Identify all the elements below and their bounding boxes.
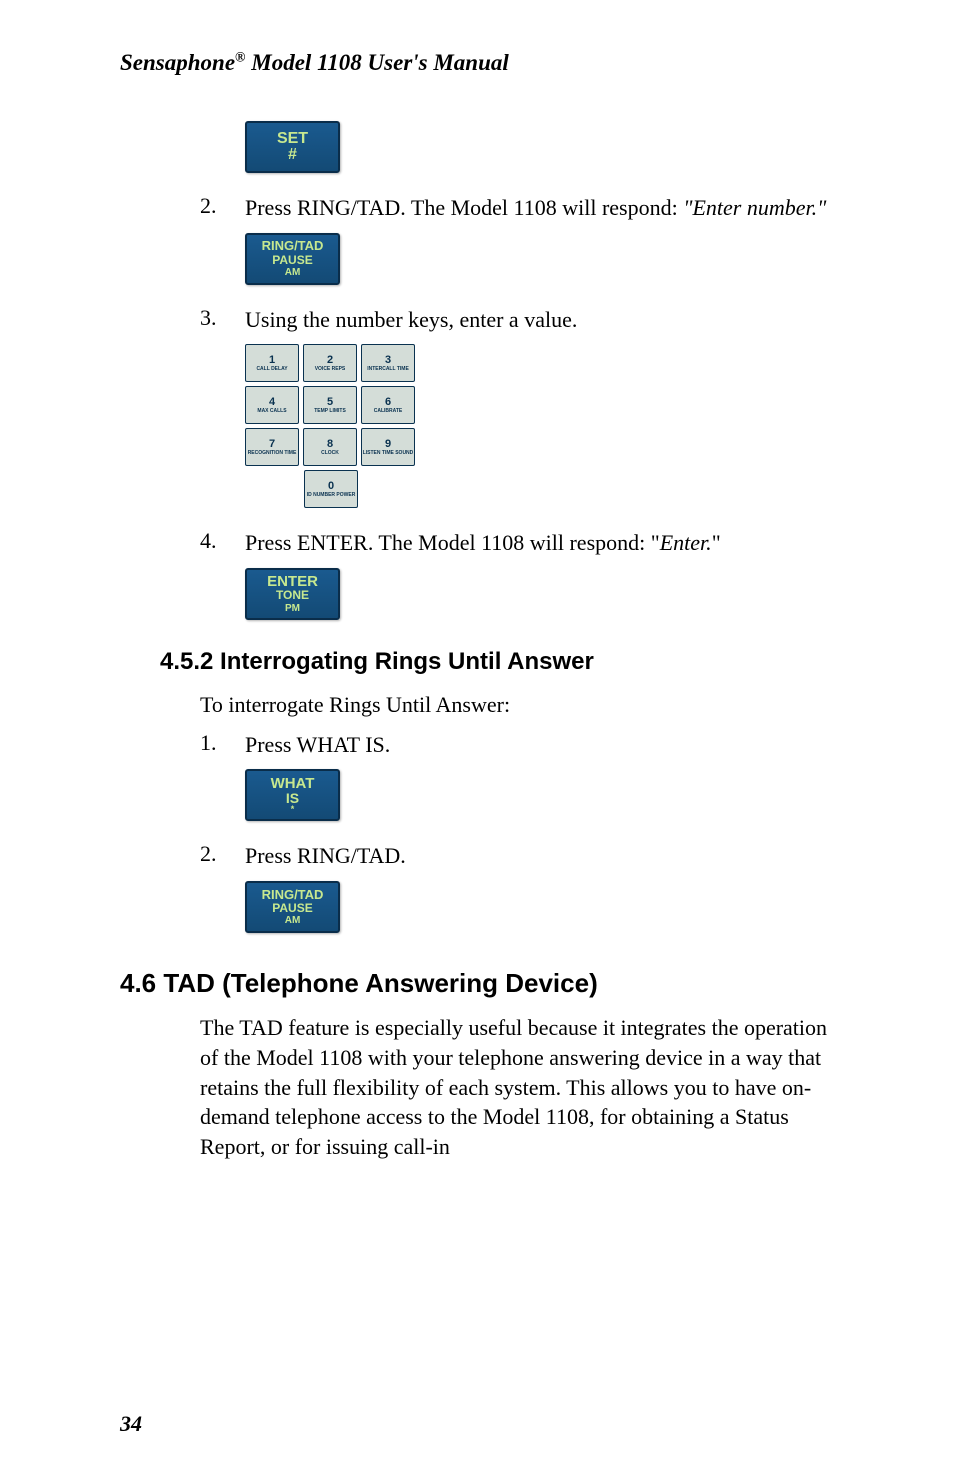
step-4-pre: Press ENTER. The Model 1108 will respond… <box>245 530 660 555</box>
step-3-num: 3. <box>200 305 245 335</box>
step-2: 2. Press RING/TAD. The Model 1108 will r… <box>200 193 844 223</box>
what-is-line3: * <box>291 805 295 815</box>
set-button-hash: # <box>288 147 297 163</box>
section-46-heading: 4.6 TAD (Telephone Answering Device) <box>120 968 844 999</box>
ring-tad-line1: RING/TAD <box>262 239 324 253</box>
section-46-content: The TAD feature is especially useful bec… <box>200 1013 844 1161</box>
set-button-image: SET # <box>245 121 844 173</box>
number-keypad: 1CALL DELAY 2VOICE REPS 3INTERCALL TIME … <box>245 344 844 508</box>
key-7: 7RECOGNITION TIME <box>245 428 299 466</box>
step-452-2-num: 2. <box>200 841 245 871</box>
step-4-post: " <box>712 530 721 555</box>
key-1: 1CALL DELAY <box>245 344 299 382</box>
ring-tad-button: RING/TAD PAUSE AM <box>245 233 340 285</box>
what-is-button-image: WHAT IS * <box>245 769 844 821</box>
key-0: 0ID NUMBER POWER <box>304 470 358 508</box>
main-content: SET # 2. Press RING/TAD. The Model 1108 … <box>200 121 844 620</box>
enter-line3: PM <box>285 603 300 614</box>
enter-line1: ENTER <box>267 574 318 589</box>
step-4: 4. Press ENTER. The Model 1108 will resp… <box>200 528 844 558</box>
key-4: 4MAX CALLS <box>245 386 299 424</box>
what-is-line2: IS <box>286 791 299 805</box>
ring-tad-button-image-1: RING/TAD PAUSE AM <box>245 233 844 285</box>
ring-tad-2-line3: AM <box>285 915 301 926</box>
registered-mark: ® <box>235 50 245 65</box>
section-452-intro: To interrogate Rings Until Answer: <box>200 690 844 720</box>
step-2-pre: Press RING/TAD. The Model 1108 will resp… <box>245 195 683 220</box>
section-452-heading: 4.5.2 Interrogating Rings Until Answer <box>160 648 844 676</box>
step-452-1: 1. Press WHAT IS. <box>200 730 844 760</box>
step-452-2: 2. Press RING/TAD. <box>200 841 844 871</box>
step-452-2-text: Press RING/TAD. <box>245 841 844 871</box>
enter-button: ENTER TONE PM <box>245 568 340 620</box>
step-2-text: Press RING/TAD. The Model 1108 will resp… <box>245 193 844 223</box>
ring-tad-button-2: RING/TAD PAUSE AM <box>245 881 340 933</box>
set-button: SET # <box>245 121 340 173</box>
page-header: Sensaphone® Model 1108 User's Manual <box>120 50 844 76</box>
step-4-num: 4. <box>200 528 245 558</box>
key-2: 2VOICE REPS <box>303 344 357 382</box>
key-5: 5TEMP LIMITS <box>303 386 357 424</box>
step-3: 3. Using the number keys, enter a value. <box>200 305 844 335</box>
ring-tad-button-image-2: RING/TAD PAUSE AM <box>245 881 844 933</box>
key-6: 6CALIBRATE <box>361 386 415 424</box>
key-8: 8CLOCK <box>303 428 357 466</box>
keypad-row-4: 0ID NUMBER POWER <box>245 470 417 508</box>
header-prefix: Sensaphone <box>120 50 235 75</box>
keypad-row-1: 1CALL DELAY 2VOICE REPS 3INTERCALL TIME <box>245 344 844 382</box>
ring-tad-2-line1: RING/TAD <box>262 888 324 902</box>
set-button-label: SET <box>277 131 308 147</box>
ring-tad-2-line2: PAUSE <box>272 902 312 915</box>
step-3-text: Using the number keys, enter a value. <box>245 305 844 335</box>
step-4-text: Press ENTER. The Model 1108 will respond… <box>245 528 844 558</box>
keypad-row-2: 4MAX CALLS 5TEMP LIMITS 6CALIBRATE <box>245 386 844 424</box>
step-452-1-num: 1. <box>200 730 245 760</box>
page-number: 34 <box>120 1411 142 1437</box>
section-452-content: To interrogate Rings Until Answer: 1. Pr… <box>200 690 844 933</box>
what-is-button: WHAT IS * <box>245 769 340 821</box>
ring-tad-line3: AM <box>285 267 301 278</box>
what-is-line1: WHAT <box>271 776 315 791</box>
step-452-1-text: Press WHAT IS. <box>245 730 844 760</box>
keypad-row-3: 7RECOGNITION TIME 8CLOCK 9LISTEN TIME SO… <box>245 428 844 466</box>
step-4-italic: Enter. <box>660 530 712 555</box>
enter-button-image: ENTER TONE PM <box>245 568 844 620</box>
header-suffix: Model 1108 User's Manual <box>246 50 509 75</box>
ring-tad-line2: PAUSE <box>272 254 312 267</box>
enter-line2: TONE <box>276 589 309 602</box>
step-2-num: 2. <box>200 193 245 223</box>
key-9: 9LISTEN TIME SOUND <box>361 428 415 466</box>
step-2-italic: "Enter number." <box>683 195 826 220</box>
section-46-body: The TAD feature is especially useful bec… <box>200 1013 844 1161</box>
key-3: 3INTERCALL TIME <box>361 344 415 382</box>
